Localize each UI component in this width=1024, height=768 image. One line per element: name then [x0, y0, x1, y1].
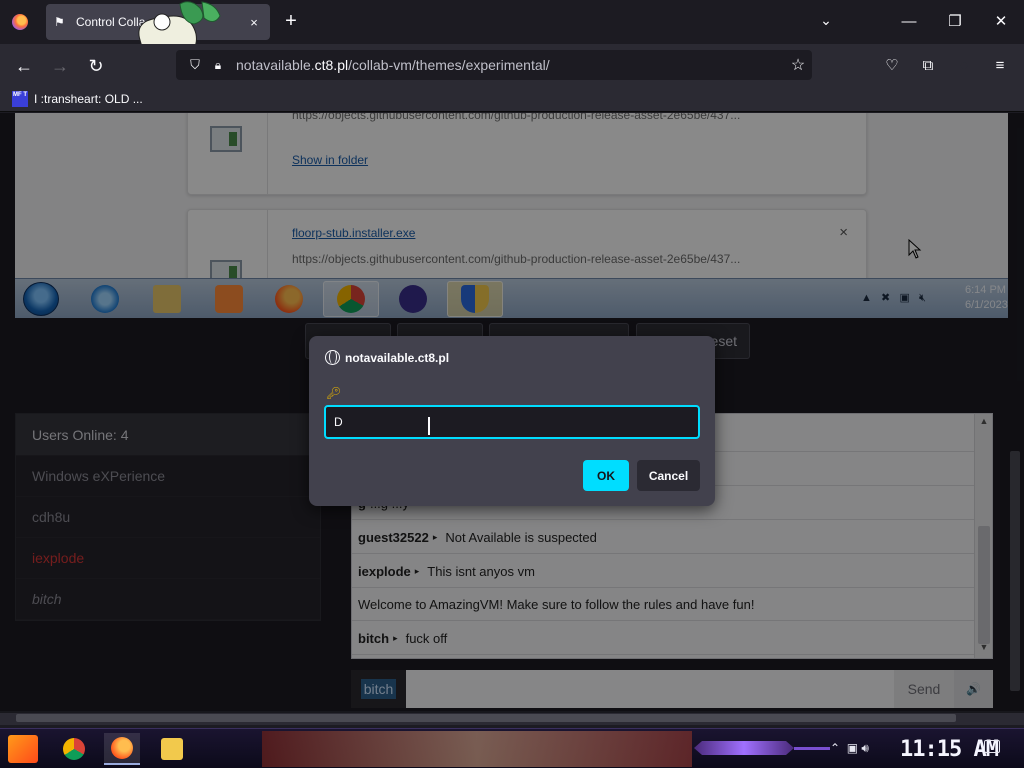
firefox-icon: [12, 14, 28, 30]
start-button-icon[interactable]: [8, 735, 38, 763]
taskbar-window-preview: [262, 731, 692, 767]
url-bar[interactable]: ⛉ 🔒︎ notavailable.ct8.pl/collab-vm/theme…: [176, 50, 812, 80]
site-info-lock-icon[interactable]: 🔒︎: [208, 58, 228, 73]
account-icon[interactable]: ●: [951, 53, 977, 79]
firefox-view-button[interactable]: [8, 10, 32, 34]
taskbar-firefox[interactable]: [104, 733, 140, 765]
host-taskbar: ⌃ ▣ 🔊︎ 11:15 AM: [0, 728, 1024, 768]
reload-icon[interactable]: ↻: [83, 53, 109, 79]
chrome-icon: [63, 738, 85, 760]
minimize-button[interactable]: —: [886, 8, 932, 36]
extensions-icon[interactable]: ⧉: [915, 53, 941, 79]
firefox-icon: [111, 737, 133, 759]
tray-icons[interactable]: ⌃ ▣ 🔊︎: [830, 741, 869, 756]
ok-button[interactable]: OK: [583, 460, 629, 491]
restore-button[interactable]: ❐: [932, 8, 978, 36]
text-cursor-icon: [428, 417, 434, 435]
folder-icon: [161, 738, 183, 760]
taskbar-file-explorer[interactable]: [154, 733, 190, 765]
close-window-button[interactable]: ✕: [978, 8, 1024, 36]
bookmark-favicon-icon: MF T: [12, 90, 28, 107]
key-icon: 🔑︎: [326, 386, 342, 400]
list-all-tabs-icon[interactable]: ⌄: [817, 12, 835, 30]
app-menu-icon[interactable]: ≡: [987, 53, 1013, 79]
bookmarks-toolbar: MF T I :transheart: OLD ...: [0, 86, 1024, 112]
cancel-button[interactable]: Cancel: [637, 460, 700, 491]
prompt-dialog: notavailable.ct8.pl 🔑︎ OK Cancel: [309, 336, 715, 506]
globe-icon: [325, 350, 340, 365]
bookmark-item[interactable]: I :transheart: OLD ...: [34, 92, 143, 106]
new-tab-button[interactable]: +: [280, 11, 302, 33]
tab-close-icon[interactable]: ×: [246, 15, 262, 30]
dialog-header: notavailable.ct8.pl: [325, 350, 449, 365]
page-horizontal-scrollbar[interactable]: [0, 711, 1024, 725]
pocket-icon[interactable]: ♡: [879, 53, 905, 79]
navigation-toolbar: ← → ↻ ⛉ 🔒︎ notavailable.ct8.pl/collab-vm…: [0, 44, 1024, 86]
forward-icon[interactable]: →: [47, 53, 73, 79]
notification-icon[interactable]: [984, 740, 1000, 753]
taskbar-chrome[interactable]: [56, 733, 92, 765]
tracking-shield-icon[interactable]: ⛉: [182, 57, 208, 73]
dialog-origin: notavailable.ct8.pl: [345, 350, 450, 365]
prompt-input[interactable]: [324, 405, 700, 439]
page-favicon-icon: ⚑: [54, 15, 65, 29]
back-icon[interactable]: ←: [11, 53, 37, 79]
url-text[interactable]: notavailable.ct8.pl/collab-vm/themes/exp…: [228, 57, 784, 73]
bookmark-star-icon[interactable]: ☆: [784, 55, 812, 75]
taskbar-decoration: [694, 741, 794, 755]
